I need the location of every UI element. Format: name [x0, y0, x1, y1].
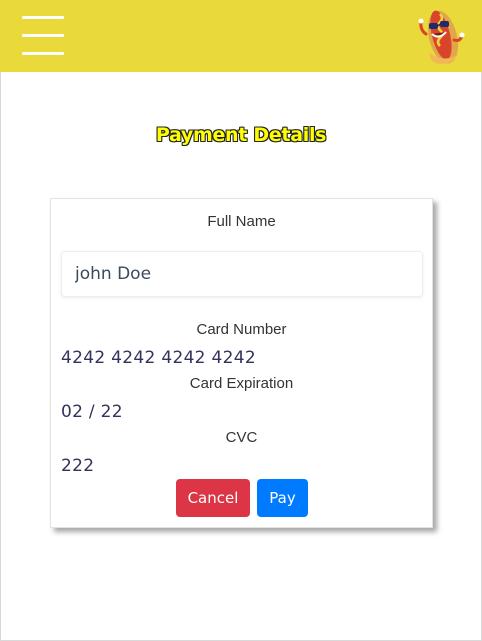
top-bar: [0, 0, 482, 72]
hotdog-mascot-logo[interactable]: [416, 4, 468, 66]
pay-button[interactable]: Pay: [257, 479, 308, 517]
full-name-input[interactable]: [61, 251, 423, 297]
card-number-field[interactable]: 4242 4242 4242 4242: [61, 348, 256, 368]
payment-card: Full Name Card Number 4242 4242 4242 424…: [50, 198, 433, 528]
page-title: Payment Details: [155, 124, 327, 146]
cancel-button[interactable]: Cancel: [176, 479, 250, 517]
cvc-field[interactable]: 222: [61, 456, 94, 476]
card-expiration-field[interactable]: 02 / 22: [61, 402, 123, 422]
hamburger-menu-icon[interactable]: [22, 16, 64, 56]
card-number-label: Card Number: [196, 321, 287, 338]
cvc-label: CVC: [225, 429, 258, 446]
card-expiration-label: Card Expiration: [189, 375, 294, 392]
full-name-label: Full Name: [207, 213, 276, 230]
